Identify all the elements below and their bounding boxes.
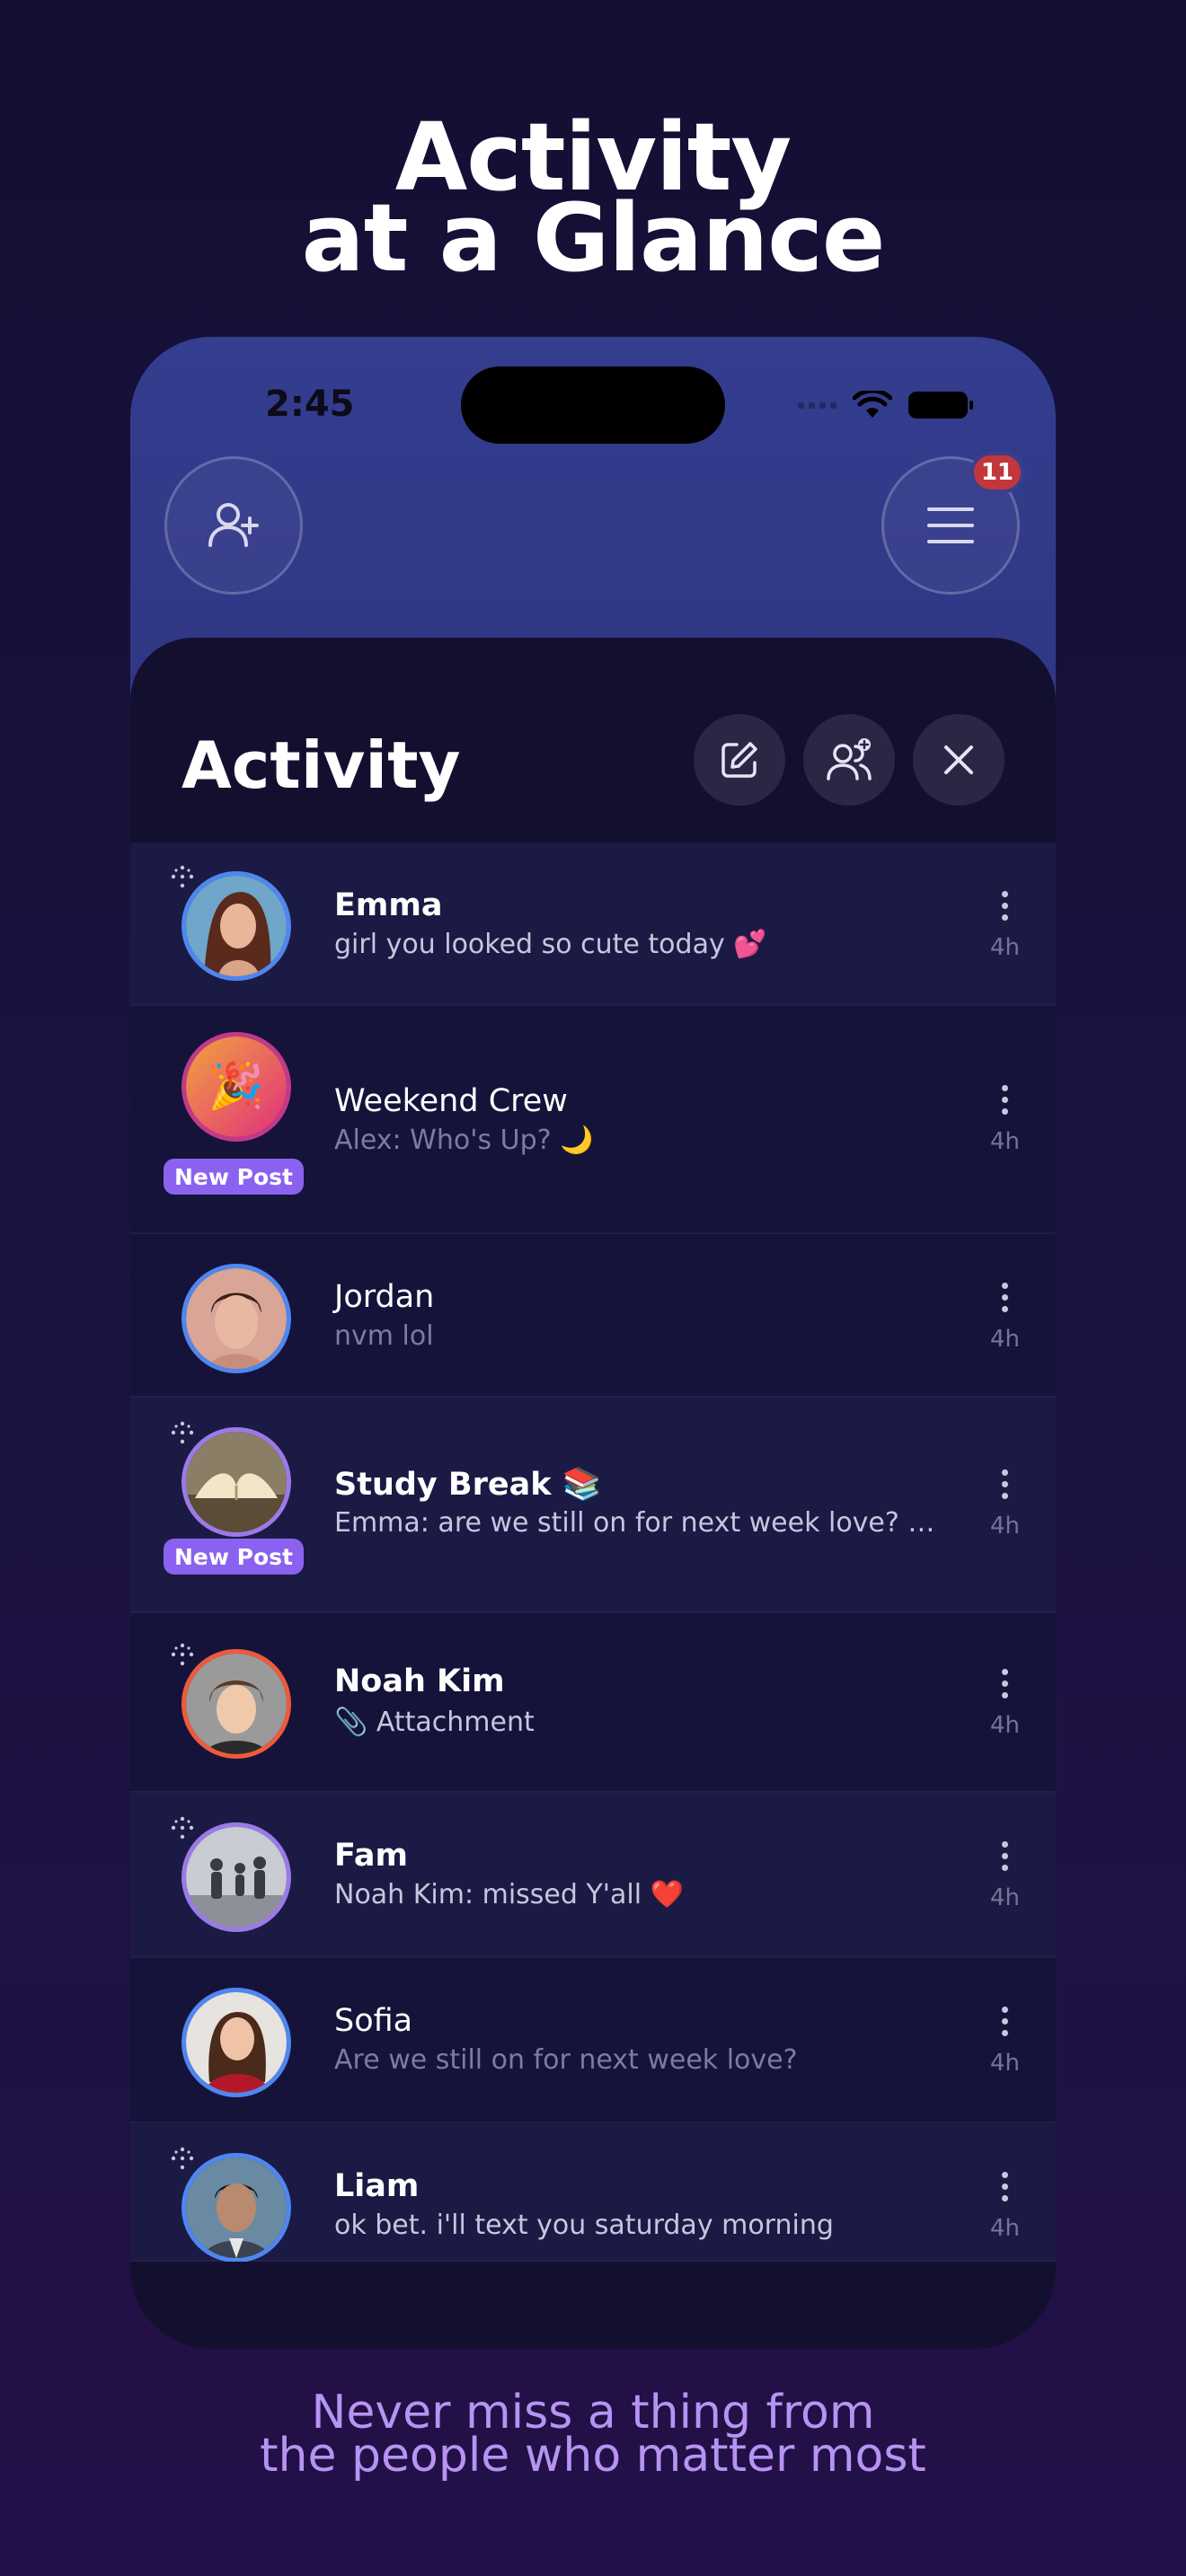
conversation-name: Emma xyxy=(334,887,443,923)
unread-sparkle-icon xyxy=(171,2147,194,2170)
avatar[interactable] xyxy=(186,1827,287,1928)
conversation-name: Noah Kim xyxy=(334,1663,505,1699)
conversation-name: Jordan xyxy=(334,1279,435,1315)
conversation-name: Liam xyxy=(334,2168,420,2204)
hamburger-menu-icon xyxy=(927,507,974,543)
add-group-icon xyxy=(827,738,872,781)
menu-button[interactable]: 11 xyxy=(881,452,1024,595)
sheet-actions xyxy=(694,714,1005,806)
conversation-row[interactable]: 🎉 New Post Weekend Crew Alex: Who's Up? 🌙 4h xyxy=(130,1006,1056,1234)
kebab-icon[interactable] xyxy=(1002,891,1008,921)
avatar[interactable] xyxy=(186,1992,287,2093)
conversation-name: Sofia xyxy=(334,2003,413,2039)
conversation-row[interactable]: Fam Noah Kim: missed Y'all ❤️ 4h xyxy=(130,1793,1056,1958)
close-icon xyxy=(944,745,973,774)
dynamic-island xyxy=(461,366,725,444)
conversation-preview: Are we still on for next week love? xyxy=(334,2044,798,2076)
unread-sparkle-icon xyxy=(171,1816,194,1839)
conversation-time: 4h xyxy=(989,1712,1020,1739)
kebab-icon[interactable] xyxy=(1002,1085,1008,1115)
kebab-icon[interactable] xyxy=(1002,1469,1008,1499)
conversation-preview: 📎 Attachment xyxy=(334,1707,535,1738)
sheet-title: Activity xyxy=(181,728,461,803)
kebab-icon[interactable] xyxy=(1002,1283,1008,1312)
new-post-badge: New Post xyxy=(164,1159,304,1195)
conversation-time: 4h xyxy=(989,1128,1020,1155)
compose-button[interactable] xyxy=(694,714,785,806)
tagline-line-1: Never miss a thing from xyxy=(311,2386,875,2439)
add-user-icon xyxy=(208,503,259,547)
new-post-badge: New Post xyxy=(164,1539,304,1575)
conversation-row[interactable]: New Post Study Break 📚 Emma: are we still … xyxy=(130,1398,1056,1613)
kebab-icon[interactable] xyxy=(1002,2172,1008,2201)
conversation-time: 4h xyxy=(989,2050,1020,2077)
conversation-name: Study Break 📚 xyxy=(334,1467,602,1503)
battery-icon xyxy=(908,392,973,419)
conversation-preview: Noah Kim: missed Y'all ❤️ xyxy=(334,1879,684,1910)
kebab-icon[interactable] xyxy=(1002,1841,1008,1871)
avatar[interactable] xyxy=(186,1432,287,1532)
conversation-preview: nvm lol xyxy=(334,1320,434,1352)
conversation-preview: Alex: Who's Up? 🌙 xyxy=(334,1125,594,1156)
conversation-time: 4h xyxy=(989,934,1020,961)
wifi-icon xyxy=(853,391,892,418)
conversation-row[interactable]: Sofia Are we still on for next week love?… xyxy=(130,1958,1056,2123)
kebab-icon[interactable] xyxy=(1002,2007,1008,2036)
kebab-icon[interactable] xyxy=(1002,1669,1008,1698)
conversation-time: 4h xyxy=(989,1326,1020,1353)
svg-text:🎉: 🎉 xyxy=(208,1060,264,1113)
conversation-row[interactable]: Jordan nvm lol 4h xyxy=(130,1234,1056,1398)
unread-sparkle-icon xyxy=(171,1643,194,1666)
compose-icon xyxy=(721,742,757,778)
avatar[interactable]: 🎉 xyxy=(186,1037,287,1137)
conversation-preview: Emma: are we still on for next week love… xyxy=(334,1507,954,1539)
notification-badge: 11 xyxy=(969,452,1024,493)
tagline-line-2: the people who matter most xyxy=(260,2429,926,2483)
status-indicators xyxy=(798,391,973,419)
conversation-time: 4h xyxy=(989,1513,1020,1539)
unread-sparkle-icon xyxy=(171,1421,194,1444)
status-time: 2:45 xyxy=(265,384,355,425)
activity-list: Emma girl you looked so cute today 💕 4h 🎉 Ne… xyxy=(130,842,1056,2262)
conversation-row[interactable]: Liam ok bet. i'll text you saturday morni… xyxy=(130,2123,1056,2262)
signal-icon xyxy=(798,401,836,409)
conversation-name: Fam xyxy=(334,1838,408,1874)
add-group-button[interactable] xyxy=(803,714,895,806)
unread-sparkle-icon xyxy=(171,865,194,888)
add-friend-button[interactable] xyxy=(164,456,303,595)
conversation-time: 4h xyxy=(989,2215,1020,2242)
tagline: Never miss a thing from the people who m… xyxy=(0,2386,1186,2483)
avatar[interactable] xyxy=(186,1268,287,1369)
conversation-name: Weekend Crew xyxy=(334,1083,568,1119)
conversation-row[interactable]: Emma girl you looked so cute today 💕 4h xyxy=(130,842,1056,1006)
conversation-row[interactable]: Noah Kim 📎 Attachment 4h xyxy=(130,1613,1056,1793)
avatar[interactable] xyxy=(186,2157,287,2258)
headline: Activity at a Glance xyxy=(0,110,1186,293)
conversation-preview: girl you looked so cute today 💕 xyxy=(334,929,767,960)
avatar[interactable] xyxy=(186,1654,287,1754)
close-button[interactable] xyxy=(913,714,1005,806)
conversation-time: 4h xyxy=(989,1884,1020,1911)
headline-line-2: at a Glance xyxy=(301,183,886,293)
conversation-preview: ok bet. i'll text you saturday morning xyxy=(334,2210,834,2241)
avatar[interactable] xyxy=(186,876,287,976)
